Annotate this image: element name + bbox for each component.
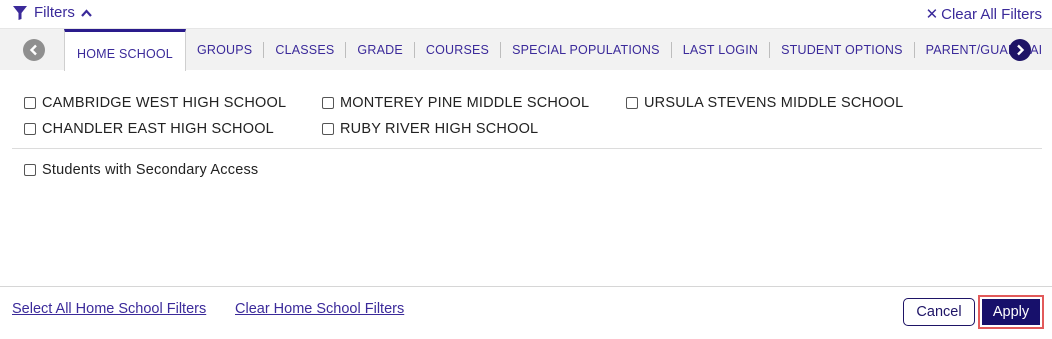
checkbox[interactable] bbox=[626, 97, 638, 109]
tab-courses[interactable]: COURSES bbox=[413, 42, 500, 58]
checkbox[interactable] bbox=[322, 97, 334, 109]
apply-button-highlight: Apply bbox=[978, 295, 1044, 329]
checkbox[interactable] bbox=[24, 164, 36, 176]
home-school-panel: CAMBRIDGE WEST HIGH SCHOOL CHANDLER EAST… bbox=[0, 70, 1052, 286]
clear-home-school-link[interactable]: Clear Home School Filters bbox=[235, 301, 404, 317]
school-label: CAMBRIDGE WEST HIGH SCHOOL bbox=[42, 95, 287, 111]
checkbox[interactable] bbox=[24, 123, 36, 135]
tab-home-school[interactable]: HOME SCHOOL bbox=[64, 29, 186, 71]
clear-all-label: Clear All Filters bbox=[941, 5, 1042, 23]
school-option[interactable]: RUBY RIVER HIGH SCHOOL bbox=[322, 121, 538, 137]
tab-grade[interactable]: GRADE bbox=[345, 42, 413, 58]
secondary-access-option[interactable]: Students with Secondary Access bbox=[24, 162, 258, 178]
filter-footer: Select All Home School Filters Clear Hom… bbox=[0, 286, 1052, 339]
cancel-button[interactable]: Cancel bbox=[903, 298, 975, 326]
checkbox[interactable] bbox=[322, 123, 334, 135]
section-divider bbox=[12, 148, 1042, 149]
chevron-right-icon bbox=[1017, 44, 1025, 56]
school-label: MONTEREY PINE MIDDLE SCHOOL bbox=[340, 95, 590, 111]
select-all-home-school-link[interactable]: Select All Home School Filters bbox=[12, 301, 206, 317]
filter-tab-bar: HOME SCHOOL GROUPS CLASSES GRADE COURSES… bbox=[0, 28, 1052, 71]
school-label: RUBY RIVER HIGH SCHOOL bbox=[340, 121, 539, 137]
secondary-access-label: Students with Secondary Access bbox=[42, 162, 259, 178]
school-option[interactable]: CHANDLER EAST HIGH SCHOOL bbox=[24, 121, 274, 137]
tab-student-options[interactable]: STUDENT OPTIONS bbox=[769, 42, 914, 58]
close-icon: ✕ bbox=[925, 6, 939, 23]
filters-label: Filters bbox=[34, 4, 75, 21]
filter-tabs: HOME SCHOOL GROUPS CLASSES GRADE COURSES… bbox=[64, 29, 1049, 71]
chevron-left-icon bbox=[29, 44, 37, 56]
apply-button[interactable]: Apply bbox=[982, 299, 1040, 325]
checkbox[interactable] bbox=[24, 97, 36, 109]
school-label: URSULA STEVENS MIDDLE SCHOOL bbox=[644, 95, 904, 111]
chevron-up-icon bbox=[81, 8, 92, 17]
tabs-prev-button[interactable] bbox=[23, 39, 45, 61]
school-option[interactable]: MONTEREY PINE MIDDLE SCHOOL bbox=[322, 95, 589, 111]
school-option[interactable]: CAMBRIDGE WEST HIGH SCHOOL bbox=[24, 95, 286, 111]
tab-last-login[interactable]: LAST LOGIN bbox=[670, 42, 769, 58]
clear-all-filters-button[interactable]: ✕ Clear All Filters bbox=[925, 5, 1042, 24]
school-option[interactable]: URSULA STEVENS MIDDLE SCHOOL bbox=[626, 95, 903, 111]
filters-header: Filters ✕ Clear All Filters bbox=[0, 0, 1052, 28]
tabs-next-button[interactable] bbox=[1009, 39, 1031, 61]
tab-classes[interactable]: CLASSES bbox=[263, 42, 345, 58]
filter-icon bbox=[13, 5, 27, 20]
filters-toggle[interactable]: Filters bbox=[12, 4, 98, 21]
tab-special-populations[interactable]: SPECIAL POPULATIONS bbox=[500, 42, 671, 58]
tab-groups[interactable]: GROUPS bbox=[186, 42, 263, 58]
school-label: CHANDLER EAST HIGH SCHOOL bbox=[42, 121, 274, 137]
